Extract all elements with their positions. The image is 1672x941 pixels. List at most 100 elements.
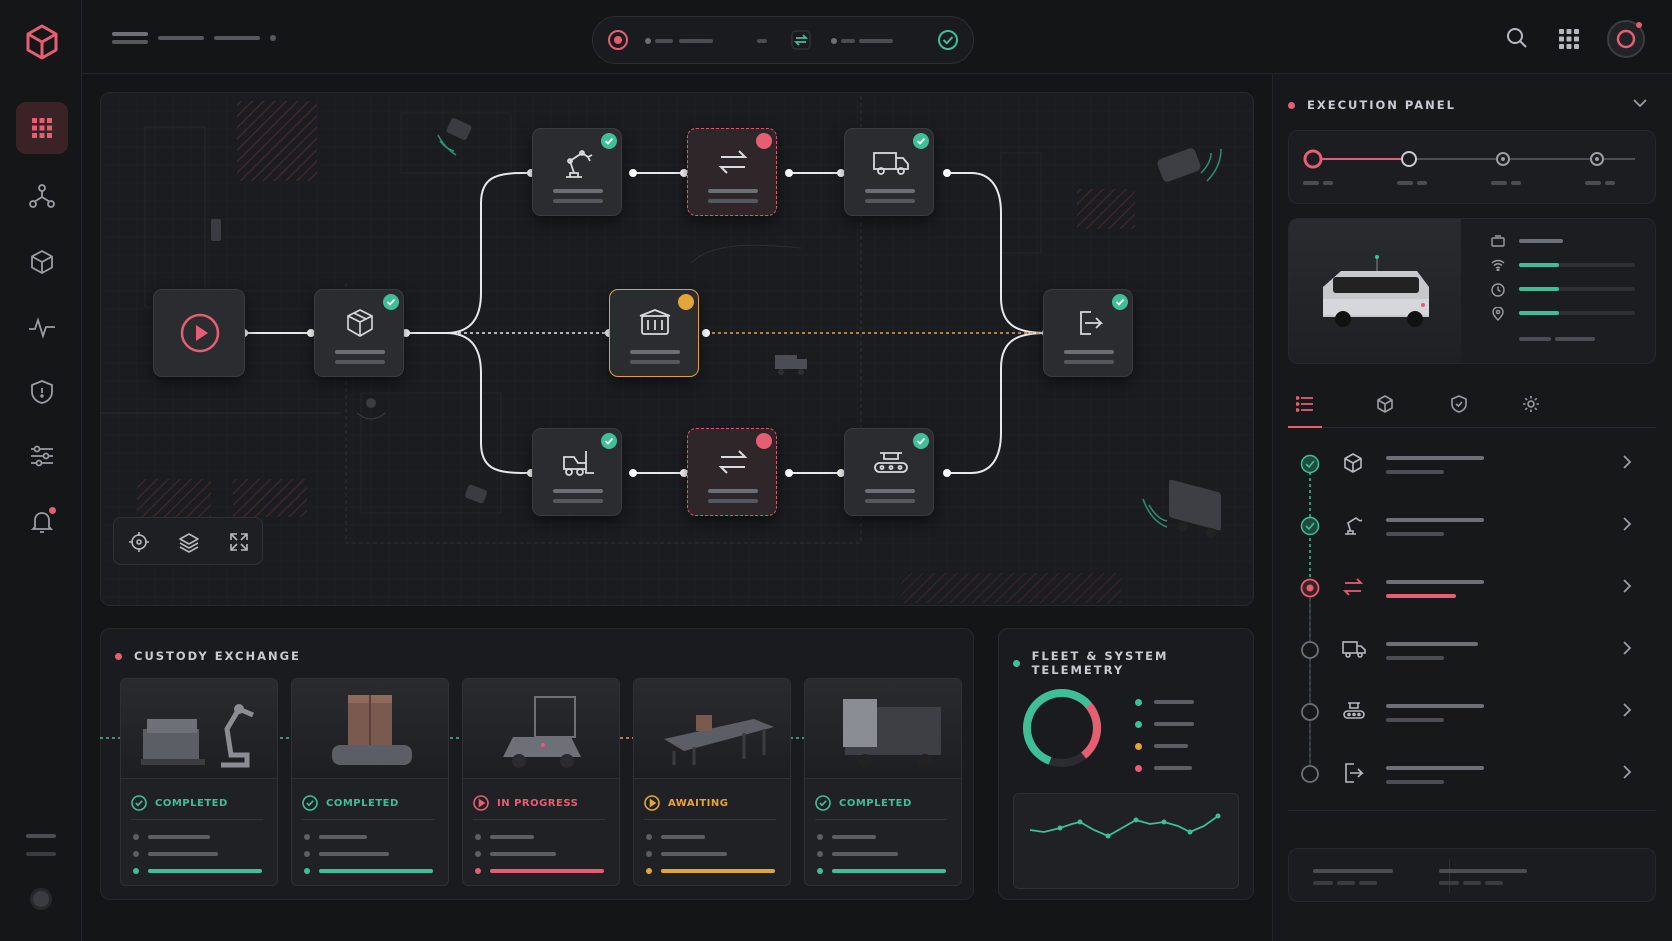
custody-card[interactable]: COMPLETED (120, 678, 278, 886)
gear-icon (1522, 395, 1540, 413)
custody-card[interactable]: COMPLETED (291, 678, 449, 886)
user-avatar[interactable] (1606, 19, 1646, 59)
step-pending-icon (1300, 764, 1320, 784)
chevron-right-icon (1622, 640, 1632, 656)
alert-badge-icon (756, 133, 772, 149)
workflow-node-truck[interactable] (844, 128, 934, 216)
execution-tabs (1288, 388, 1656, 428)
status-label: COMPLETED (839, 797, 912, 809)
fleet-donut-gauge (1023, 689, 1101, 767)
map-toolbar (113, 517, 263, 565)
check-circle-icon (937, 29, 959, 51)
workflow-node-exit[interactable] (1043, 289, 1133, 377)
breadcrumb-placeholder (158, 36, 204, 40)
pending-badge-icon (678, 294, 694, 310)
breadcrumb-placeholder (214, 36, 260, 40)
robot-arm-icon (560, 147, 596, 179)
telemetry-sparkline (1013, 793, 1239, 889)
location-pin-icon (1491, 307, 1505, 321)
wifi-icon (1491, 259, 1505, 271)
package-icon (342, 308, 378, 338)
chevron-right-icon (1622, 454, 1632, 470)
bell-icon (30, 507, 56, 535)
check-badge-icon (601, 133, 617, 149)
stage-placeholder (679, 39, 713, 43)
fullscreen-icon[interactable] (228, 531, 250, 553)
notification-dot (49, 507, 56, 514)
chevron-right-icon (1622, 764, 1632, 780)
conveyor-illustration (634, 679, 790, 779)
chevron-down-icon[interactable] (1633, 98, 1647, 108)
status-completed: COMPLETED (815, 795, 912, 811)
status-label: IN PROGRESS (497, 797, 579, 809)
apps-grid-icon[interactable] (1559, 29, 1579, 49)
sidebar-item-network[interactable] (16, 170, 68, 222)
custody-card[interactable]: COMPLETED (804, 678, 962, 886)
sync-icon (791, 30, 811, 50)
shield-icon (30, 379, 54, 405)
record-icon (607, 29, 629, 51)
stage-placeholder (757, 39, 767, 43)
layers-icon[interactable] (178, 531, 200, 553)
sidebar-item-activity[interactable] (16, 302, 68, 354)
workflow-node-container-pending[interactable] (609, 289, 699, 377)
step-list-item-active[interactable] (1288, 556, 1638, 618)
vehicle-status-card[interactable] (1288, 218, 1656, 364)
tab-security[interactable] (1442, 388, 1476, 428)
transfer-icon (1342, 576, 1364, 598)
stage-dot (831, 38, 837, 44)
exit-icon (1071, 308, 1107, 338)
step-list-item[interactable] (1288, 432, 1638, 494)
workflow-node-robot-arm[interactable] (532, 128, 622, 216)
tab-steps[interactable] (1288, 388, 1322, 428)
sidebar-item-security[interactable] (16, 366, 68, 418)
clock-icon (1491, 283, 1505, 297)
forklift-icon (560, 447, 596, 477)
custody-card[interactable]: IN PROGRESS (462, 678, 620, 886)
execution-stepper (1288, 130, 1656, 204)
sliders-icon (29, 444, 55, 468)
collapse-line (26, 852, 56, 856)
breadcrumb-dot (270, 35, 276, 41)
check-circle-icon (302, 795, 318, 811)
fleet-telemetry-panel: FLEET & SYSTEM TELEMETRY (998, 628, 1254, 900)
collapse-line (26, 834, 56, 838)
workflow-canvas[interactable] (100, 92, 1254, 606)
divider (1288, 810, 1656, 811)
step-active-icon (1300, 578, 1320, 598)
workflow-node-forklift[interactable] (532, 428, 622, 516)
vehicle-id-placeholder (1519, 239, 1563, 243)
logo-cube-icon[interactable] (22, 22, 62, 62)
stage-placeholder (859, 39, 893, 43)
workflow-node-conveyor[interactable] (844, 428, 934, 516)
sidebar-item-dashboard[interactable] (16, 102, 68, 154)
step-list-item[interactable] (1288, 618, 1638, 680)
custody-card[interactable]: AWAITING (633, 678, 791, 886)
search-icon[interactable] (1506, 27, 1528, 49)
user-status-avatar[interactable] (30, 888, 52, 910)
step-list-item[interactable] (1288, 680, 1638, 742)
play-circle-icon (473, 795, 489, 811)
workflow-start-node[interactable] (153, 289, 245, 377)
sidebar-item-inventory[interactable] (16, 236, 68, 288)
crosshair-icon[interactable] (128, 531, 150, 553)
exit-icon (1342, 762, 1364, 784)
truck-loading-illustration (805, 679, 961, 779)
chevron-right-icon (1622, 578, 1632, 594)
autonomous-cart-illustration (463, 679, 619, 779)
status-awaiting: AWAITING (644, 795, 728, 811)
tab-settings[interactable] (1514, 388, 1548, 428)
step-list-item[interactable] (1288, 742, 1638, 804)
stage-placeholder (655, 39, 673, 43)
section-status-dot (1013, 659, 1020, 667)
workflow-node-package[interactable] (314, 289, 404, 377)
step-pending-icon (1300, 702, 1320, 722)
sidebar-item-settings[interactable] (16, 430, 68, 482)
workflow-node-transfer-alert[interactable] (687, 128, 777, 216)
workflow-node-transfer-alert[interactable] (687, 428, 777, 516)
tab-inventory[interactable] (1368, 388, 1402, 428)
pipeline-status-pill[interactable] (592, 16, 974, 64)
sidebar-item-notifications[interactable] (16, 496, 68, 548)
execution-footer-summary (1288, 848, 1656, 902)
step-list-item[interactable] (1288, 494, 1638, 556)
